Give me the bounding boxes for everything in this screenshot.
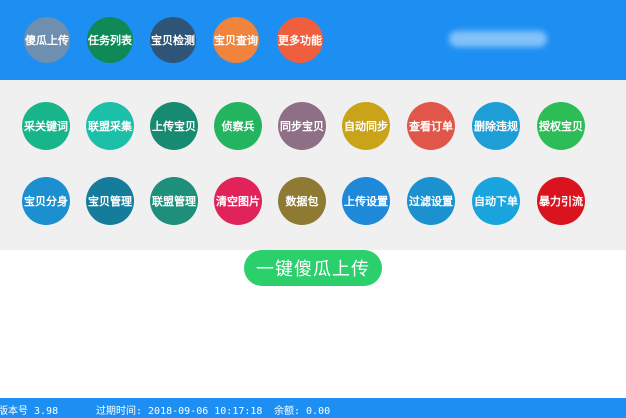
balance-label: 余额: 0.00 (274, 406, 331, 417)
one-click-upload-button[interactable]: 一键傻瓜上传 (244, 250, 382, 286)
grid-button-collect-keywords[interactable]: 采关键词 (22, 102, 70, 150)
grid-button-upload-items[interactable]: 上传宝贝 (150, 102, 198, 150)
grid-button-authorize-items[interactable]: 授权宝贝 (537, 102, 585, 150)
expiry-time-label: 过期时间: 2018-09-06 10:17:18 (96, 406, 263, 417)
version-label: 版本号 3.98 (0, 406, 59, 417)
grid-button-alliance-management[interactable]: 联盟管理 (150, 177, 198, 225)
grid-button-alliance-collect[interactable]: 联盟采集 (86, 102, 134, 150)
grid-button-data-package[interactable]: 数据包 (278, 177, 326, 225)
top-nav-foolproof-upload-button[interactable]: 傻瓜上传 (24, 17, 70, 63)
top-nav-item-query-button[interactable]: 宝贝查询 (213, 17, 259, 63)
top-nav-more-features-button[interactable]: 更多功能 (277, 17, 323, 63)
grid-button-filter-settings[interactable]: 过滤设置 (407, 177, 455, 225)
grid-button-upload-settings[interactable]: 上传设置 (342, 177, 390, 225)
grid-button-aggressive-traffic[interactable]: 暴力引流 (537, 177, 585, 225)
grid-button-item-clone[interactable]: 宝贝分身 (22, 177, 70, 225)
grid-button-sync-items[interactable]: 同步宝贝 (278, 102, 326, 150)
function-grid-panel: 采关键词 联盟采集 上传宝贝 侦察兵 同步宝贝 自动同步 查看订单 删除违规 授… (0, 80, 626, 250)
top-toolbar: 傻瓜上传 任务列表 宝贝检测 宝贝查询 更多功能 (0, 0, 626, 80)
top-nav-task-list-button[interactable]: 任务列表 (87, 17, 133, 63)
top-nav-item-check-button[interactable]: 宝贝检测 (150, 17, 196, 63)
grid-button-auto-order[interactable]: 自动下单 (472, 177, 520, 225)
grid-button-auto-sync[interactable]: 自动同步 (342, 102, 390, 150)
grid-button-clear-images[interactable]: 清空图片 (214, 177, 262, 225)
blurred-account-info (449, 31, 547, 47)
grid-button-item-management[interactable]: 宝贝管理 (86, 177, 134, 225)
grid-button-view-orders[interactable]: 查看订单 (407, 102, 455, 150)
grid-button-delete-violations[interactable]: 删除违规 (472, 102, 520, 150)
status-bar: 版本号 3.98 过期时间: 2018-09-06 10:17:18 余额: 0… (0, 398, 626, 418)
grid-button-scout[interactable]: 侦察兵 (214, 102, 262, 150)
